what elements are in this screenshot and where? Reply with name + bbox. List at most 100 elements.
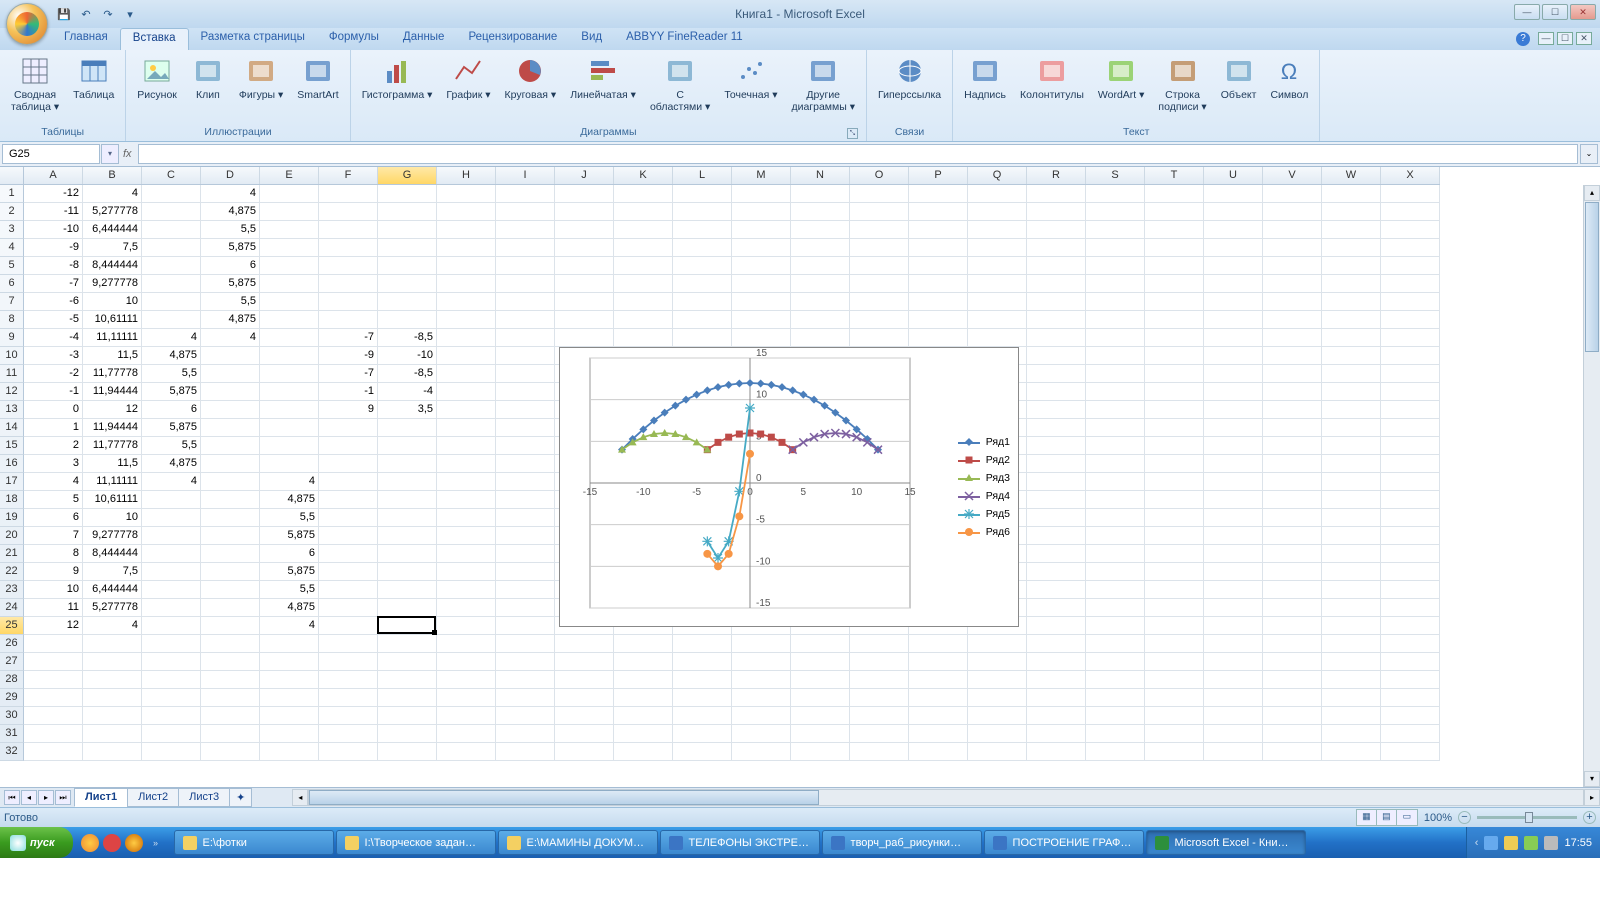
- cell[interactable]: [319, 707, 378, 725]
- cell[interactable]: [437, 221, 496, 239]
- cell[interactable]: [1322, 563, 1381, 581]
- cell[interactable]: [1145, 653, 1204, 671]
- cell[interactable]: [673, 239, 732, 257]
- ribbon-tab[interactable]: Вид: [569, 28, 614, 50]
- cell[interactable]: [673, 707, 732, 725]
- cell[interactable]: [1204, 509, 1263, 527]
- cell[interactable]: 5,875: [142, 419, 201, 437]
- cell[interactable]: [1322, 293, 1381, 311]
- cell[interactable]: 11,5: [83, 347, 142, 365]
- cell[interactable]: [1263, 581, 1322, 599]
- cell[interactable]: [1086, 725, 1145, 743]
- cell[interactable]: [1145, 329, 1204, 347]
- ribbon-button[interactable]: Гистограмма ▾: [357, 53, 438, 103]
- cell[interactable]: [1086, 437, 1145, 455]
- cell[interactable]: [437, 545, 496, 563]
- cell[interactable]: [909, 329, 968, 347]
- cell[interactable]: [496, 365, 555, 383]
- cell[interactable]: [673, 185, 732, 203]
- cell[interactable]: [1263, 455, 1322, 473]
- cell[interactable]: [1204, 599, 1263, 617]
- cell[interactable]: [142, 581, 201, 599]
- cell[interactable]: [1381, 545, 1440, 563]
- cell[interactable]: [1145, 383, 1204, 401]
- cell[interactable]: [1322, 671, 1381, 689]
- column-header[interactable]: B: [83, 167, 142, 184]
- cell[interactable]: [1381, 239, 1440, 257]
- cell[interactable]: [1086, 635, 1145, 653]
- qat-more-icon[interactable]: ▾: [122, 6, 138, 22]
- cell[interactable]: [1204, 491, 1263, 509]
- cell[interactable]: [1263, 419, 1322, 437]
- cell[interactable]: [1145, 473, 1204, 491]
- cell[interactable]: [1086, 221, 1145, 239]
- help-icon[interactable]: ?: [1516, 32, 1530, 46]
- cell[interactable]: [496, 437, 555, 455]
- row-header[interactable]: 20: [0, 527, 24, 545]
- cell[interactable]: 6,444444: [83, 581, 142, 599]
- row-header[interactable]: 26: [0, 635, 24, 653]
- cell[interactable]: [1263, 293, 1322, 311]
- cell[interactable]: [319, 455, 378, 473]
- cell[interactable]: [1263, 203, 1322, 221]
- cell[interactable]: [732, 689, 791, 707]
- cell[interactable]: [142, 491, 201, 509]
- column-header[interactable]: D: [201, 167, 260, 184]
- cell[interactable]: [909, 275, 968, 293]
- cell[interactable]: [260, 347, 319, 365]
- cell[interactable]: 4,875: [201, 203, 260, 221]
- cell[interactable]: 11,94444: [83, 383, 142, 401]
- cell[interactable]: [673, 293, 732, 311]
- cell[interactable]: 9,277778: [83, 275, 142, 293]
- cell[interactable]: -10: [24, 221, 83, 239]
- cell[interactable]: 4: [83, 617, 142, 635]
- cell[interactable]: [1204, 257, 1263, 275]
- start-button[interactable]: пуск: [0, 827, 73, 858]
- cell[interactable]: [1027, 221, 1086, 239]
- taskbar-button[interactable]: E:\фотки: [174, 830, 334, 855]
- column-header[interactable]: R: [1027, 167, 1086, 184]
- cell[interactable]: [1322, 743, 1381, 761]
- row-header[interactable]: 31: [0, 725, 24, 743]
- ribbon-button[interactable]: Колонтитулы: [1015, 53, 1089, 103]
- cell[interactable]: [1322, 329, 1381, 347]
- cell[interactable]: [1263, 617, 1322, 635]
- cell[interactable]: [968, 725, 1027, 743]
- cell[interactable]: [1027, 653, 1086, 671]
- cell[interactable]: [968, 275, 1027, 293]
- cell[interactable]: [1145, 257, 1204, 275]
- row-header[interactable]: 2: [0, 203, 24, 221]
- cell[interactable]: [555, 239, 614, 257]
- cell[interactable]: [909, 221, 968, 239]
- cell[interactable]: [1027, 509, 1086, 527]
- column-header[interactable]: C: [142, 167, 201, 184]
- cell[interactable]: 11,77778: [83, 365, 142, 383]
- cell[interactable]: [142, 689, 201, 707]
- cell[interactable]: [1145, 743, 1204, 761]
- cell[interactable]: 5,5: [201, 221, 260, 239]
- cell[interactable]: [1027, 545, 1086, 563]
- cell[interactable]: 5,875: [142, 383, 201, 401]
- cell[interactable]: [1145, 455, 1204, 473]
- cell[interactable]: [437, 275, 496, 293]
- cell[interactable]: [1027, 599, 1086, 617]
- cell[interactable]: [83, 653, 142, 671]
- cell[interactable]: [1322, 419, 1381, 437]
- cell[interactable]: [1204, 347, 1263, 365]
- cell[interactable]: [83, 707, 142, 725]
- cell[interactable]: [201, 437, 260, 455]
- cell[interactable]: [378, 311, 437, 329]
- cell[interactable]: [378, 473, 437, 491]
- cell[interactable]: [142, 599, 201, 617]
- cell[interactable]: [732, 707, 791, 725]
- column-header[interactable]: T: [1145, 167, 1204, 184]
- cell[interactable]: [1204, 455, 1263, 473]
- cell[interactable]: [319, 581, 378, 599]
- cell[interactable]: [968, 293, 1027, 311]
- cell[interactable]: [1322, 185, 1381, 203]
- scroll-down-button[interactable]: ▾: [1584, 771, 1600, 787]
- cell[interactable]: [378, 455, 437, 473]
- cell[interactable]: [142, 527, 201, 545]
- cell[interactable]: [909, 293, 968, 311]
- cell[interactable]: [201, 527, 260, 545]
